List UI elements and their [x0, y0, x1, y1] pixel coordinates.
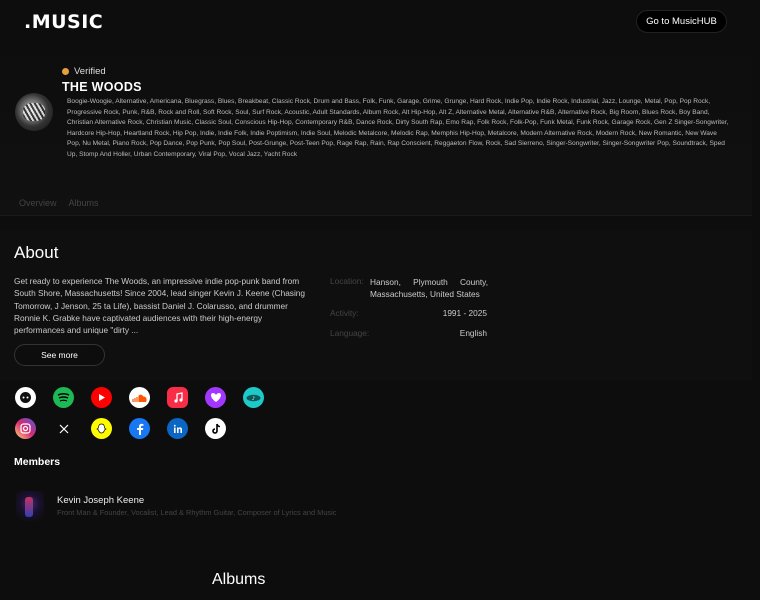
top-bar: .MUSIC Go to MusicHUB — [0, 0, 760, 44]
site-logo[interactable]: .MUSIC — [24, 11, 103, 33]
facebook-icon[interactable] — [129, 418, 150, 439]
members-title: Members — [14, 456, 61, 468]
artist-avatar — [15, 93, 53, 131]
language-label: Language: — [330, 328, 370, 338]
tab-albums[interactable]: Albums — [69, 198, 99, 208]
tab-overview[interactable]: Overview — [19, 198, 57, 208]
tidal-icon[interactable]: ♪ — [243, 387, 264, 408]
language-value: English — [459, 328, 487, 338]
soundcloud-icon[interactable] — [129, 387, 150, 408]
tiktok-icon[interactable] — [205, 418, 226, 439]
verified-badge: Verified — [62, 66, 106, 77]
activity-value: 1991 - 2025 — [442, 308, 487, 318]
member-avatar[interactable] — [16, 491, 44, 523]
member-roles: Front Man & Founder, Vocalist, Lead & Rh… — [57, 508, 337, 517]
youtube-icon[interactable] — [91, 387, 112, 408]
linkedin-icon[interactable] — [167, 418, 188, 439]
albums-title: Albums — [212, 571, 266, 588]
apple-music-icon[interactable] — [167, 387, 188, 408]
about-title: About — [14, 243, 59, 262]
instagram-icon[interactable] — [15, 418, 36, 439]
snapchat-icon[interactable] — [91, 418, 112, 439]
about-text: Get ready to experience The Woods, an im… — [14, 276, 306, 336]
activity-label: Activity: — [330, 308, 359, 318]
artist-tabs: Overview Albums — [19, 198, 99, 208]
location-value: Hanson, Plymouth County, Massachusetts, … — [370, 277, 488, 300]
location-label: Location: — [330, 276, 364, 286]
go-to-musichub-button[interactable]: Go to MusicHUB — [636, 10, 727, 33]
deezer-icon[interactable] — [205, 387, 226, 408]
artist-genres: Boogie-Woogie, Alternative, Americana, B… — [67, 98, 729, 158]
spotify-icon[interactable] — [53, 387, 74, 408]
see-more-button[interactable]: See more — [14, 344, 105, 366]
verified-label: Verified — [74, 66, 106, 77]
artist-name: THE WOODS — [62, 80, 142, 94]
x-icon[interactable] — [53, 418, 74, 439]
verified-dot-icon — [62, 68, 69, 75]
musichub-icon[interactable] — [15, 387, 36, 408]
member-name[interactable]: Kevin Joseph Keene — [57, 495, 144, 506]
svg-text:♪: ♪ — [252, 396, 255, 402]
divider — [0, 215, 752, 216]
